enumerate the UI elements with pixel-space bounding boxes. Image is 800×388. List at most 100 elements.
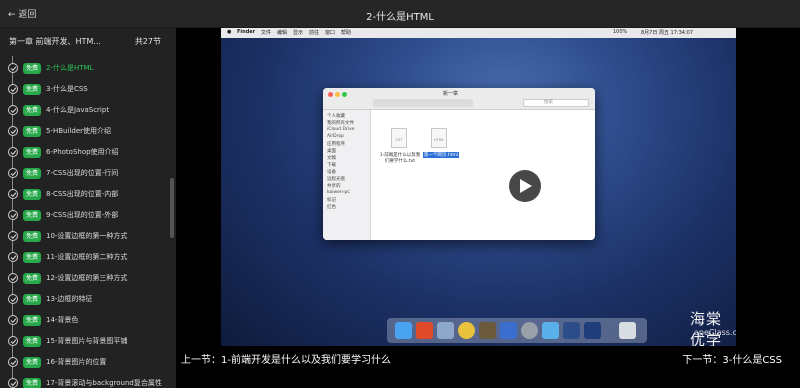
- finder-sidebar-item: kaiwen-pc: [327, 190, 350, 195]
- lesson-title: 12-设置边框的第三种方式: [46, 274, 128, 282]
- lesson-item[interactable]: 免费 3-什么是CSS: [0, 79, 170, 100]
- free-badge: 免费: [23, 252, 41, 263]
- launchpad-app-icon: [437, 322, 454, 339]
- lesson-title: 6-PhotoShop使用介绍: [46, 148, 119, 156]
- free-badge: 免费: [23, 84, 41, 95]
- keynote-app-icon: [542, 322, 559, 339]
- finder-sidebar-item: 设备: [327, 170, 336, 175]
- finder-sidebar-item: 下载: [327, 163, 336, 168]
- finder-title: 新一章: [443, 91, 459, 97]
- check-circle-icon: [8, 273, 18, 283]
- lesson-item[interactable]: 免费 12-设置边框的第三种方式: [0, 268, 170, 289]
- finder-sidebar-item: 文稿: [327, 156, 336, 161]
- finder-sidebar-item: iCloud Drive: [327, 127, 355, 132]
- close-dot: [328, 92, 333, 97]
- page-title: 2-什么是HTML: [366, 12, 434, 23]
- finder-view-controls: [373, 99, 473, 107]
- free-badge: 免费: [23, 357, 41, 368]
- finder-sidebar-item: 个人收藏: [327, 114, 345, 119]
- check-circle-icon: [8, 210, 18, 220]
- finder-sidebar: 个人收藏我的所有文件 iCloud Drive AirDrop 应用程序桌面文稿下载设…: [323, 110, 371, 240]
- check-circle-icon: [8, 231, 18, 241]
- check-circle-icon: [8, 252, 18, 262]
- watermark-brand: 海棠优学: [690, 310, 723, 346]
- lesson-item[interactable]: 免费 8-CSS出现的位置-内部: [0, 184, 170, 205]
- prev-lesson-link[interactable]: 上一节：1-前端开发是什么以及我们要学习什么: [181, 351, 391, 366]
- video-player[interactable]: ● Finder 文件 编辑 显示 前往 窗口 帮助 100% 8月7日 周五 …: [176, 28, 800, 346]
- html-file-icon: HTML: [431, 128, 447, 148]
- free-badge: 免费: [23, 210, 41, 221]
- finder-sidebar-item: 标记: [327, 198, 336, 203]
- check-circle-icon: [8, 189, 18, 199]
- lesson-title: 14-背景色: [46, 316, 79, 324]
- check-circle-icon: [8, 84, 18, 94]
- finder-window: 新一章 搜索 个人收藏我的所有文件 iCloud Drive AirDrop 应用程序…: [323, 88, 595, 240]
- check-circle-icon: [8, 105, 18, 115]
- mac-menubar: ● Finder 文件 编辑 显示 前往 窗口 帮助 100% 8月7日 周五 …: [221, 28, 736, 38]
- menubar-item: 前往: [309, 30, 320, 36]
- lesson-item[interactable]: 免费 9-CSS出现的位置-外部: [0, 205, 170, 226]
- chapter-title: 第一章 前端开发、HTM...: [9, 37, 101, 46]
- lesson-item[interactable]: 免费 4-什么是JavaScript: [0, 100, 170, 121]
- lesson-item[interactable]: 免费 6-PhotoShop使用介绍: [0, 142, 170, 163]
- check-circle-icon: [8, 147, 18, 157]
- check-circle-icon: [8, 63, 18, 73]
- lesson-item[interactable]: 免费 5-HBuilder使用介绍: [0, 121, 170, 142]
- finder-sidebar-item: 应用程序: [327, 142, 345, 147]
- txt-file-label: 1-前端是什么以及我们要学什么.txt: [379, 153, 421, 164]
- lesson-title: 2-什么是HTML: [46, 64, 94, 72]
- lesson-item[interactable]: 免费 15-背景图片与背景图平铺: [0, 331, 170, 352]
- lesson-item[interactable]: 免费 11-设置边框的第二种方式: [0, 247, 170, 268]
- lesson-nav: 上一节：1-前端开发是什么以及我们要学习什么 下一节：3-什么是CSS: [176, 346, 800, 388]
- chrome-app-icon: [458, 322, 475, 339]
- menubar-item: 帮助: [341, 30, 352, 36]
- lesson-title: 7-CSS出现的位置-行间: [46, 169, 119, 177]
- next-lesson-link[interactable]: 下一节：3-什么是CSS: [682, 351, 782, 366]
- finder-sidebar-item: 我的所有文件: [327, 121, 354, 126]
- txt-file-icon: TXT: [391, 128, 407, 148]
- check-circle-icon: [8, 168, 18, 178]
- lesson-item[interactable]: 免费 10-设置边框的第一种方式: [0, 226, 170, 247]
- finder-sidebar-item: AirDrop: [327, 134, 345, 139]
- free-badge: 免费: [23, 294, 41, 305]
- minimize-dot: [335, 92, 340, 97]
- finder-sidebar-item: 桌面: [327, 149, 336, 154]
- mac-dock: [387, 318, 647, 343]
- video-frame: ● Finder 文件 编辑 显示 前往 窗口 帮助 100% 8月7日 周五 …: [221, 28, 736, 346]
- finder-app-icon: [395, 322, 412, 339]
- menubar-item: 文件: [261, 30, 272, 36]
- check-circle-icon: [8, 315, 18, 325]
- lesson-title: 9-CSS出现的位置-外部: [46, 211, 119, 219]
- system-prefs-app-icon: [521, 322, 538, 339]
- lesson-title: 17-背景滚动与background复合属性: [46, 379, 162, 387]
- lesson-item[interactable]: 免费 16-背景图片的位置: [0, 352, 170, 373]
- apple-icon: ●: [227, 29, 232, 35]
- menubar-clock: 8月7日 周五 17:34:07: [641, 30, 693, 36]
- lesson-title: 13-边框的特征: [46, 295, 93, 303]
- lesson-item[interactable]: 免费 14-背景色: [0, 310, 170, 331]
- menubar-item: 编辑: [277, 30, 288, 36]
- lesson-title: 16-背景图片的位置: [46, 358, 107, 366]
- lesson-item[interactable]: 免费 2-什么是HTML: [0, 58, 170, 79]
- lesson-item[interactable]: 免费 17-背景滚动与background复合属性: [0, 373, 170, 388]
- free-badge: 免费: [23, 105, 41, 116]
- free-badge: 免费: [23, 231, 41, 242]
- lesson-sidebar: 第一章 前端开发、HTM... 共27节 免费 2-什么是HTML 免费 3-什么是C…: [0, 28, 176, 388]
- trash-icon: [619, 322, 636, 339]
- play-button[interactable]: [509, 170, 541, 202]
- lesson-title: 15-背景图片与背景图平铺: [46, 337, 128, 345]
- menubar-item: 窗口: [325, 30, 336, 36]
- finder-sidebar-item: 红色: [327, 205, 336, 210]
- lesson-item[interactable]: 免费 7-CSS出现的位置-行间: [0, 163, 170, 184]
- check-circle-icon: [8, 336, 18, 346]
- free-badge: 免费: [23, 273, 41, 284]
- lesson-title: 3-什么是CSS: [46, 85, 88, 93]
- finder-toolbar: 新一章 搜索: [323, 88, 595, 110]
- html-file-label: 第一个网页.html: [423, 152, 459, 158]
- free-badge: 免费: [23, 378, 41, 388]
- free-badge: 免费: [23, 189, 41, 200]
- lesson-title: 8-CSS出现的位置-内部: [46, 190, 119, 198]
- chapter-header[interactable]: 第一章 前端开发、HTM... 共27节: [9, 36, 161, 50]
- lesson-item[interactable]: 免费 13-边框的特征: [0, 289, 170, 310]
- sidebar-scrollbar[interactable]: [170, 178, 174, 238]
